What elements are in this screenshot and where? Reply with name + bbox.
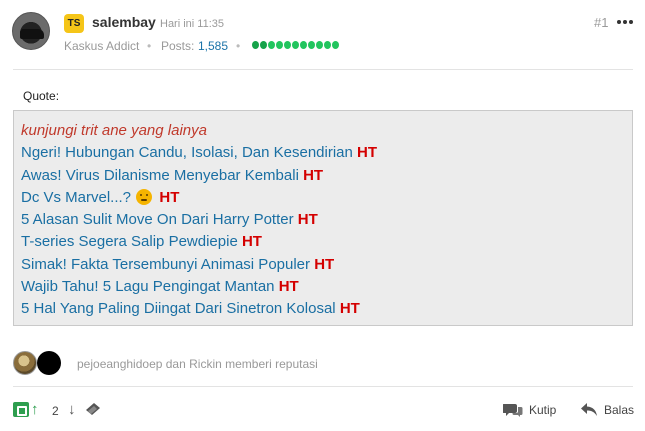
separator-dot: • [236, 39, 241, 53]
quote-intro-text: kunjungi trit ane yang lainya [21, 122, 207, 139]
ht-badge: HT [314, 255, 335, 273]
reply-button[interactable]: Balas [580, 402, 634, 417]
reputation-dot [300, 41, 307, 49]
reputation-dot [308, 41, 315, 49]
reply-button-label: Balas [604, 402, 635, 417]
ht-badge: HT [278, 278, 299, 296]
quote-label: Quote: [23, 89, 60, 103]
ht-badge: HT [159, 188, 180, 206]
thread-link[interactable]: Awas! Virus Dilanisme Menyebar Kembali [21, 167, 299, 184]
reputation-dot [268, 41, 275, 49]
vote-icon[interactable] [13, 402, 29, 417]
ht-badge: HT [241, 233, 262, 251]
ht-badge: HT [297, 211, 318, 229]
thinking-emoji-icon [136, 188, 153, 205]
reputation-dot [252, 41, 259, 49]
thread-link[interactable]: Wajib Tahu! 5 Lagu Pengingat Mantan [21, 278, 275, 295]
post-timestamp: Hari ini 11:35 [160, 18, 224, 30]
more-dot-icon [623, 20, 627, 24]
quote-link-line: T-series Segera Salip Pewdiepie HT [21, 231, 632, 253]
username-link[interactable]: salembay [92, 14, 156, 30]
thread-link[interactable]: 5 Alasan Sulit Move On Dari Harry Potter [21, 211, 294, 228]
quote-link-line: 5 Hal Yang Paling Diingat Dari Sinetron … [21, 298, 632, 320]
posts-count[interactable]: 1,585 [198, 39, 228, 53]
reputation-avatar-pejoeanghidoep[interactable] [13, 351, 37, 375]
thread-link[interactable]: 5 Hal Yang Paling Diingat Dari Sinetron … [21, 300, 336, 317]
reputation-dot [316, 41, 323, 49]
reputation-bar [252, 41, 339, 49]
chat-bubbles-icon [503, 404, 523, 417]
post-number[interactable]: #1 [594, 15, 608, 30]
quote-link-line: Awas! Virus Dilanisme Menyebar Kembali H… [21, 165, 632, 187]
quote-link-line: 5 Alasan Sulit Move On Dari Harry Potter… [21, 209, 632, 231]
reputation-dot [284, 41, 291, 49]
user-rank: Kaskus Addict [64, 39, 140, 53]
reply-arrow-icon [581, 403, 597, 416]
thread-link[interactable]: T-series Segera Salip Pewdiepie [21, 233, 238, 250]
reputation-text[interactable]: pejoeanghidoep dan Rickin memberi reputa… [77, 357, 318, 371]
ht-badge: HT [357, 144, 378, 162]
posts-label: Posts: [161, 39, 195, 53]
quote-button[interactable]: Kutip [503, 402, 556, 418]
upvote-arrow-icon[interactable]: ↑ [31, 401, 39, 418]
more-dot-icon [617, 20, 621, 24]
cendol-icon[interactable] [84, 401, 102, 417]
thread-starter-badge: TS [64, 14, 84, 33]
quote-link-line: Wajib Tahu! 5 Lagu Pengingat Mantan HT [21, 276, 632, 298]
quote-link-line: Simak! Fakta Tersembunyi Animasi Populer… [21, 254, 632, 276]
quote-button-label: Kutip [529, 403, 557, 417]
vote-count: 2 [52, 404, 59, 418]
quote-link-line: Dc Vs Marvel...? HT [21, 187, 632, 209]
thread-link[interactable]: Dc Vs Marvel...? [21, 189, 131, 206]
header-divider [13, 69, 633, 70]
separator-dot: • [147, 39, 152, 53]
reputation-dot [332, 41, 339, 49]
reputation-dot [276, 41, 283, 49]
ht-badge: HT [339, 300, 360, 318]
quote-links-list: Ngeri! Hubungan Candu, Isolasi, Dan Kese… [21, 142, 632, 320]
reputation-dot [292, 41, 299, 49]
footer-divider [13, 386, 633, 387]
downvote-arrow-icon[interactable]: ↓ [68, 401, 76, 418]
quote-link-line: Ngeri! Hubungan Candu, Isolasi, Dan Kese… [21, 142, 632, 164]
thread-link[interactable]: Simak! Fakta Tersembunyi Animasi Populer [21, 256, 310, 273]
quote-box: kunjungi trit ane yang lainya Ngeri! Hub… [13, 110, 633, 326]
reputation-dot [324, 41, 331, 49]
more-dot-icon [629, 20, 633, 24]
more-options-button[interactable] [617, 12, 633, 32]
thread-link[interactable]: Ngeri! Hubungan Candu, Isolasi, Dan Kese… [21, 144, 353, 161]
reputation-avatar-rickin[interactable] [37, 351, 61, 375]
avatar-car-image [20, 29, 44, 39]
ht-badge: HT [303, 166, 324, 184]
user-avatar[interactable] [12, 12, 50, 50]
reputation-dot [260, 41, 267, 49]
